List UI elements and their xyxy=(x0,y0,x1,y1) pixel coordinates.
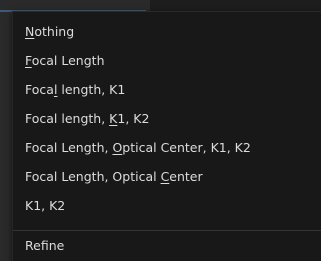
mnemonic-letter: N xyxy=(25,24,35,39)
screen: Nothing Focal Length Focal length, K1 Fo… xyxy=(0,0,321,261)
menu-item-nothing[interactable]: Nothing xyxy=(13,20,321,44)
menu-item-focal-length-k1[interactable]: Focal length, K1 xyxy=(13,78,321,102)
menu-item-k1-k2[interactable]: K1, K2 xyxy=(13,194,321,218)
menu-item-focal-length-optical-center-k1-k2[interactable]: Focal Length, Optical Center, K1, K2 xyxy=(13,136,321,160)
mnemonic-letter: F xyxy=(25,53,32,68)
menu-item-label: Focal Length, Optical Center, K1, K2 xyxy=(25,140,251,155)
mnemonic-letter: O xyxy=(112,140,123,155)
menu-item-focal-length-k1-k2[interactable]: Focal length, K1, K2 xyxy=(13,107,321,131)
menu-item-label: Focal Length xyxy=(25,53,105,68)
refine-label: Refine xyxy=(25,238,65,253)
mnemonic-letter: C xyxy=(160,169,170,184)
refine-header: Refine xyxy=(13,234,321,258)
menu-item-label: Focal length, K1, K2 xyxy=(25,111,150,126)
menu-item-label: Focal Length, Optical Center xyxy=(25,169,203,184)
menu-separator xyxy=(13,230,321,231)
menu-item-focal-length-optical-center[interactable]: Focal Length, Optical Center xyxy=(13,165,321,189)
menu-item-label: Focal length, K1 xyxy=(25,82,126,97)
refine-dropdown-menu: Nothing Focal Length Focal length, K1 Fo… xyxy=(12,11,321,261)
menu-item-label: Nothing xyxy=(25,24,75,39)
menu-item-focal-length[interactable]: Focal Length xyxy=(13,49,321,73)
menu-item-label: K1, K2 xyxy=(25,198,66,213)
